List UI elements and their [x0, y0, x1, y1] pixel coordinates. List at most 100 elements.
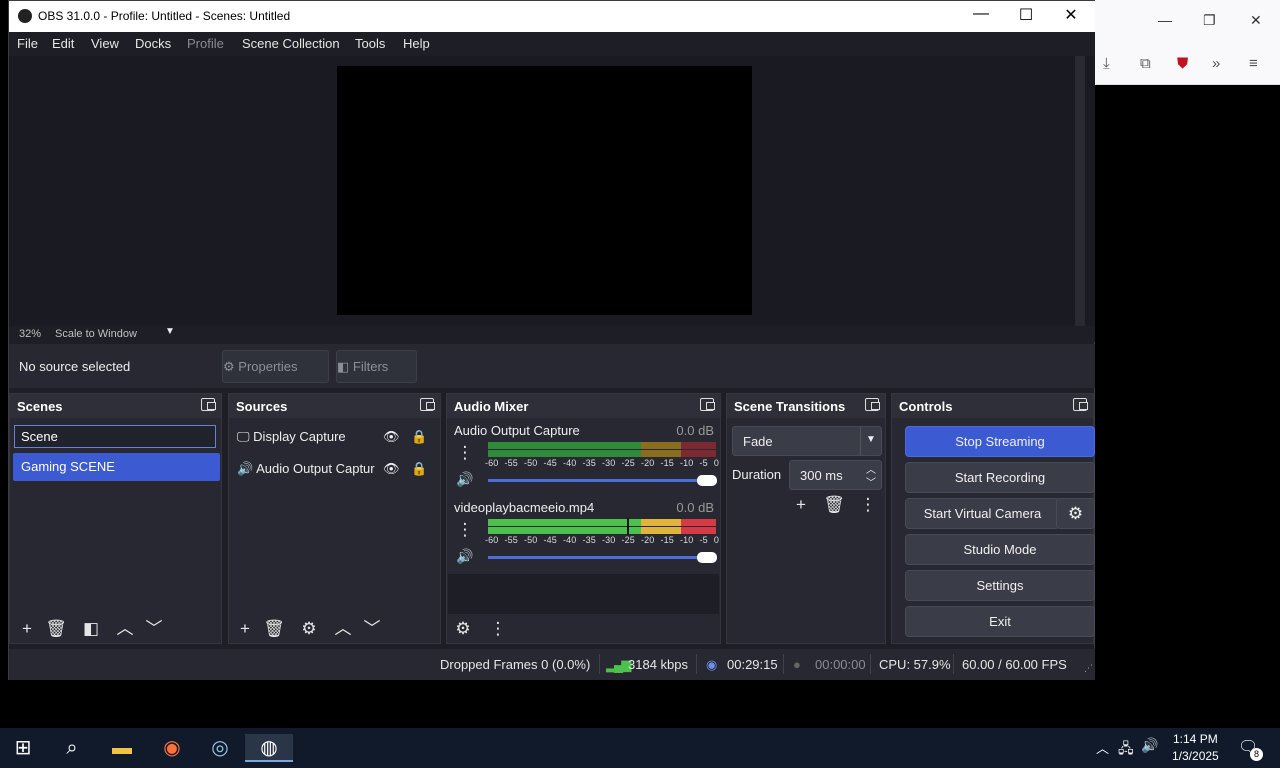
ublock-icon[interactable]: ⛊ [1177, 55, 1188, 72]
menu-icon[interactable]: ≡ [1249, 55, 1258, 72]
volume-knob[interactable] [697, 552, 717, 563]
move-down-icon[interactable]: ﹀ [360, 618, 384, 640]
minimize-button[interactable]: — [966, 5, 996, 23]
kebab-icon[interactable]: ⋮ [486, 618, 510, 640]
move-down-icon[interactable]: ﹀ [142, 618, 166, 640]
clock-date[interactable]: 1/3/2025 [1172, 749, 1219, 763]
add-icon[interactable]: + [789, 494, 813, 516]
filter-icon: ◧ [337, 359, 350, 374]
kebab-icon[interactable]: ⋮ [454, 519, 476, 541]
file-explorer-icon[interactable]: ▬ [105, 734, 139, 762]
menu-view[interactable]: View [91, 36, 119, 51]
scale-tick-label: -40 [563, 458, 577, 468]
windows-start-icon[interactable]: ⊞ [6, 734, 40, 762]
scene-item[interactable]: Scene [14, 425, 216, 448]
menu-docks[interactable]: Docks [135, 36, 171, 51]
restore-icon[interactable]: ❐ [1203, 12, 1216, 29]
filters-button[interactable]: ◧ Filters [336, 350, 417, 383]
scenes-header: Scenes [10, 394, 221, 418]
virtual-camera-gear-icon[interactable]: ⚙ [1056, 498, 1095, 529]
meter-yellow [641, 442, 681, 449]
lock-icon[interactable]: 🔒 [411, 429, 427, 445]
mixer-settings-icon[interactable]: ⚙ [451, 618, 475, 640]
gear-icon[interactable]: ⚙ [297, 618, 321, 640]
transition-select[interactable]: Fade ▼ [732, 426, 882, 456]
maximize-button[interactable]: ☐ [1011, 5, 1041, 25]
preview-scrollbar[interactable] [1075, 56, 1085, 326]
start-virtual-camera-button[interactable]: Start Virtual Camera [905, 498, 1060, 529]
resize-grip-icon[interactable]: ⋰ [1084, 663, 1093, 674]
duration-spinbox[interactable]: 300 ms ︿ ﹀ [789, 460, 882, 490]
scale-tick-label: -20 [641, 535, 655, 545]
preview-area[interactable] [9, 56, 1095, 326]
start-recording-button[interactable]: Start Recording [905, 462, 1095, 493]
fps: 60.00 / 60.00 FPS [962, 657, 1067, 672]
gear-icon: ⚙ [223, 359, 235, 374]
menu-help[interactable]: Help [403, 36, 430, 51]
scale-tick-label: 0 [713, 535, 719, 545]
close-button[interactable]: ✕ [1056, 5, 1086, 25]
menu-profile[interactable]: Profile [187, 36, 224, 51]
move-up-icon[interactable]: ︿ [331, 618, 355, 640]
studio-mode-button[interactable]: Studio Mode [905, 534, 1095, 565]
properties-button[interactable]: ⚙ Properties [222, 350, 329, 383]
exit-button[interactable]: Exit [905, 606, 1095, 637]
kebab-icon[interactable]: ⋮ [856, 494, 880, 516]
close-icon[interactable]: ✕ [1250, 12, 1262, 29]
scene-item-selected[interactable]: Gaming SCENE [13, 453, 220, 481]
window-title: OBS 31.0.0 - Profile: Untitled - Scenes:… [38, 9, 291, 23]
scale-tick-label: -10 [680, 535, 694, 545]
source-item[interactable]: 🖵 Display Capture 👁 🔒 [237, 429, 437, 451]
speaker-icon[interactable]: 🔊 [454, 545, 476, 567]
clock-time[interactable]: 1:14 PM [1173, 732, 1218, 746]
volume-icon[interactable]: 🔊 [1141, 737, 1158, 754]
menu-edit[interactable]: Edit [52, 36, 74, 51]
filter-icon[interactable]: ◧ [79, 618, 103, 640]
move-up-icon[interactable]: ︿ [113, 618, 137, 640]
tray-overflow-icon[interactable]: ︿ [1096, 738, 1109, 757]
menu-file[interactable]: File [17, 36, 38, 51]
scale-tick-label: -60 [485, 458, 499, 468]
stream-time: 00:29:15 [727, 657, 778, 672]
menu-scene-collection[interactable]: Scene Collection [242, 36, 340, 51]
undock-icon[interactable] [420, 398, 435, 411]
undock-icon[interactable] [865, 398, 880, 411]
stop-streaming-button[interactable]: Stop Streaming [905, 426, 1095, 457]
volume-slider[interactable] [488, 556, 703, 559]
trash-icon[interactable]: 🗑 [822, 494, 846, 516]
add-icon[interactable]: + [15, 618, 39, 640]
speaker-icon[interactable]: 🔊 [454, 468, 476, 490]
undock-icon[interactable] [1073, 398, 1088, 411]
trash-icon[interactable]: 🗑 [44, 618, 68, 640]
meter-green [488, 450, 641, 457]
extensions-icon[interactable]: ⧉ [1140, 55, 1151, 72]
download-icon[interactable]: ⤓ [1103, 55, 1110, 72]
preview-canvas[interactable] [337, 66, 752, 315]
source-item[interactable]: 🔊 Audio Output Captur 👁 🔒 [237, 461, 437, 483]
spin-down-icon[interactable]: ﹀ [866, 474, 876, 489]
steam-icon[interactable]: ◎ [203, 734, 237, 762]
firefox-icon[interactable]: ◉ [155, 734, 189, 762]
speaker-icon: 🔊 [237, 461, 254, 476]
scale-tick-label: -10 [680, 458, 694, 468]
menu-tools[interactable]: Tools [355, 36, 385, 51]
eye-icon[interactable]: 👁 [383, 461, 400, 477]
volume-knob[interactable] [697, 475, 717, 486]
settings-button[interactable]: Settings [905, 570, 1095, 601]
scale-mode[interactable]: Scale to Window [55, 328, 137, 340]
minimize-icon[interactable]: — [1158, 12, 1172, 28]
kebab-icon[interactable]: ⋮ [454, 442, 476, 464]
undock-icon[interactable] [700, 398, 715, 411]
search-icon[interactable]: ⌕ [55, 734, 89, 762]
eye-icon[interactable]: 👁 [383, 429, 400, 445]
obs-taskbar-icon[interactable]: ◍ [245, 734, 293, 762]
volume-slider[interactable] [488, 479, 703, 482]
network-icon[interactable]: 🖧 [1118, 738, 1134, 762]
overflow-icon[interactable]: » [1212, 55, 1220, 72]
undock-icon[interactable] [201, 398, 216, 411]
trash-icon[interactable]: 🗑 [262, 618, 286, 640]
scale-dropdown-icon[interactable]: ▼ [165, 326, 175, 337]
meter-green-active [488, 527, 641, 534]
lock-icon[interactable]: 🔒 [411, 461, 427, 477]
add-icon[interactable]: + [233, 618, 257, 640]
